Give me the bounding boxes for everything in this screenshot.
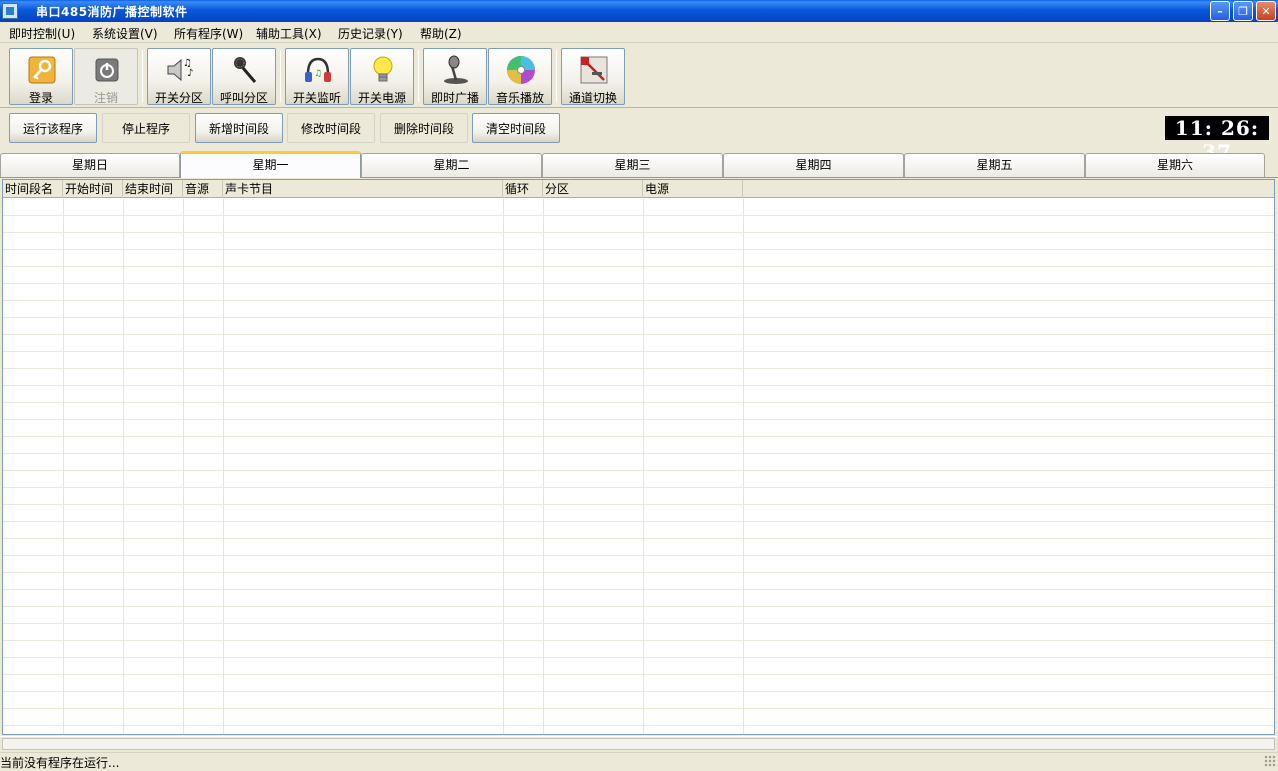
music-play-button[interactable]: 音乐播放 <box>488 48 552 105</box>
zone-call-button[interactable]: 呼叫分区 <box>212 48 276 105</box>
column-divider <box>123 199 124 734</box>
column-divider <box>503 199 504 734</box>
tab-tuesday[interactable]: 星期二 <box>361 153 542 177</box>
menu-tools[interactable]: 辅助工具(X) <box>256 25 322 42</box>
svg-text:♪: ♪ <box>187 68 193 79</box>
run-program-button[interactable]: 运行该程序 <box>9 113 97 143</box>
command-row: 运行该程序 停止程序 新增时间段 修改时间段 删除时间段 清空时间段 11: 2… <box>0 108 1278 164</box>
cd-icon <box>507 56 535 84</box>
menu-system-settings[interactable]: 系统设置(V) <box>92 25 158 42</box>
power-toggle-label: 开关电源 <box>357 91 406 105</box>
tab-friday[interactable]: 星期五 <box>904 153 1085 177</box>
app-icon[interactable] <box>2 3 18 19</box>
zone-call-label: 呼叫分区 <box>219 91 268 105</box>
tab-saturday[interactable]: 星期六 <box>1085 153 1265 177</box>
toolbar-separator <box>556 50 557 102</box>
login-label: 登录 <box>28 91 53 105</box>
menu-history[interactable]: 历史记录(Y) <box>338 25 403 42</box>
channel-switch-label: 通道切换 <box>568 91 617 105</box>
key-icon <box>28 56 56 84</box>
window-title: 串口485消防广播控制软件 <box>36 5 188 19</box>
menu-instant-control[interactable]: 即时控制(U) <box>9 25 75 42</box>
column-header-loop[interactable]: 循环 <box>503 180 543 198</box>
column-header-start[interactable]: 开始时间 <box>63 180 123 198</box>
login-button[interactable]: 登录 <box>9 48 73 105</box>
instant-broadcast-button[interactable]: 即时广播 <box>423 48 487 105</box>
power-icon <box>95 58 119 82</box>
resize-grip-icon[interactable] <box>1264 755 1276 767</box>
headphones-icon: ♫ <box>305 57 331 82</box>
table-header: 时间段名 开始时间 结束时间 音源 声卡节目 循环 分区 电源 <box>3 180 1274 198</box>
logout-label: 注销 <box>93 91 118 105</box>
column-divider <box>223 199 224 734</box>
channel-switch-icon <box>580 56 608 84</box>
toolbar-separator <box>418 50 419 102</box>
instant-broadcast-label: 即时广播 <box>430 91 479 105</box>
restore-button[interactable]: ❐ <box>1233 1 1253 21</box>
edit-timeslot-button[interactable]: 修改时间段 <box>287 113 375 143</box>
title-bar[interactable]: 串口485消防广播控制软件 – ❐ ✕ <box>0 0 1278 22</box>
zone-toggle-button[interactable]: ♫ ♪ 开关分区 <box>147 48 211 105</box>
toolbar-separator <box>280 50 281 102</box>
logout-button[interactable]: 注销 <box>74 48 138 105</box>
lightbulb-icon <box>373 56 393 82</box>
monitor-toggle-label: 开关监听 <box>292 91 341 105</box>
column-divider <box>743 199 744 734</box>
column-divider <box>643 199 644 734</box>
column-header-source[interactable]: 音源 <box>183 180 223 198</box>
speaker-icon: ♫ ♪ <box>167 58 193 82</box>
zone-toggle-label: 开关分区 <box>154 91 203 105</box>
toolbar: 登录 注销 ♫ ♪ 开关分区 呼叫分区 ♫ 开关监听 开关电源 即时广播 音乐播… <box>0 44 1278 108</box>
delete-timeslot-button[interactable]: 删除时间段 <box>380 113 468 143</box>
channel-switch-button[interactable]: 通道切换 <box>561 48 625 105</box>
menu-bar: 即时控制(U) 系统设置(V) 所有程序(W) 辅助工具(X) 历史记录(Y) … <box>0 22 1278 43</box>
column-divider <box>63 199 64 734</box>
column-header-name[interactable]: 时间段名 <box>3 180 63 198</box>
tab-wednesday[interactable]: 星期三 <box>542 153 723 177</box>
clear-timeslot-button[interactable]: 清空时间段 <box>472 113 560 143</box>
monitor-toggle-button[interactable]: ♫ 开关监听 <box>285 48 349 105</box>
tab-monday[interactable]: 星期一 <box>180 151 361 178</box>
close-button[interactable]: ✕ <box>1256 1 1276 21</box>
toolbar-separator <box>142 50 143 102</box>
column-divider <box>183 199 184 734</box>
column-header-power[interactable]: 电源 <box>643 180 743 198</box>
music-play-label: 音乐播放 <box>495 91 544 105</box>
menu-all-programs[interactable]: 所有程序(W) <box>174 25 243 42</box>
tab-sunday[interactable]: 星期日 <box>0 153 180 177</box>
schedule-table[interactable]: 时间段名 开始时间 结束时间 音源 声卡节目 循环 分区 电源 <box>2 179 1275 735</box>
main-window: 串口485消防广播控制软件 – ❐ ✕ 即时控制(U) 系统设置(V) 所有程序… <box>0 0 1278 770</box>
power-toggle-button[interactable]: 开关电源 <box>350 48 414 105</box>
desk-microphone-icon <box>444 55 468 84</box>
column-header-end[interactable]: 结束时间 <box>123 180 183 198</box>
status-bar: 当前没有程序在运行... <box>0 752 1278 770</box>
menu-help[interactable]: 帮助(Z) <box>420 25 462 42</box>
status-text: 当前没有程序在运行... <box>0 756 120 770</box>
clock-display: 11: 26: 37 <box>1165 116 1269 164</box>
weekday-tabs: 星期日 星期一 星期二 星期三 星期四 星期五 星期六 <box>0 150 1278 178</box>
column-divider <box>543 199 544 734</box>
svg-text:♫: ♫ <box>314 69 322 79</box>
column-header-zone[interactable]: 分区 <box>543 180 643 198</box>
microphone-icon <box>234 57 257 83</box>
add-timeslot-button[interactable]: 新增时间段 <box>195 113 283 143</box>
stop-program-button[interactable]: 停止程序 <box>102 113 190 143</box>
minimize-button[interactable]: – <box>1210 1 1230 21</box>
table-body[interactable] <box>3 199 1274 734</box>
column-header-soundcard[interactable]: 声卡节目 <box>223 180 503 198</box>
tab-thursday[interactable]: 星期四 <box>723 153 904 177</box>
horizontal-scrollbar[interactable] <box>2 738 1275 750</box>
